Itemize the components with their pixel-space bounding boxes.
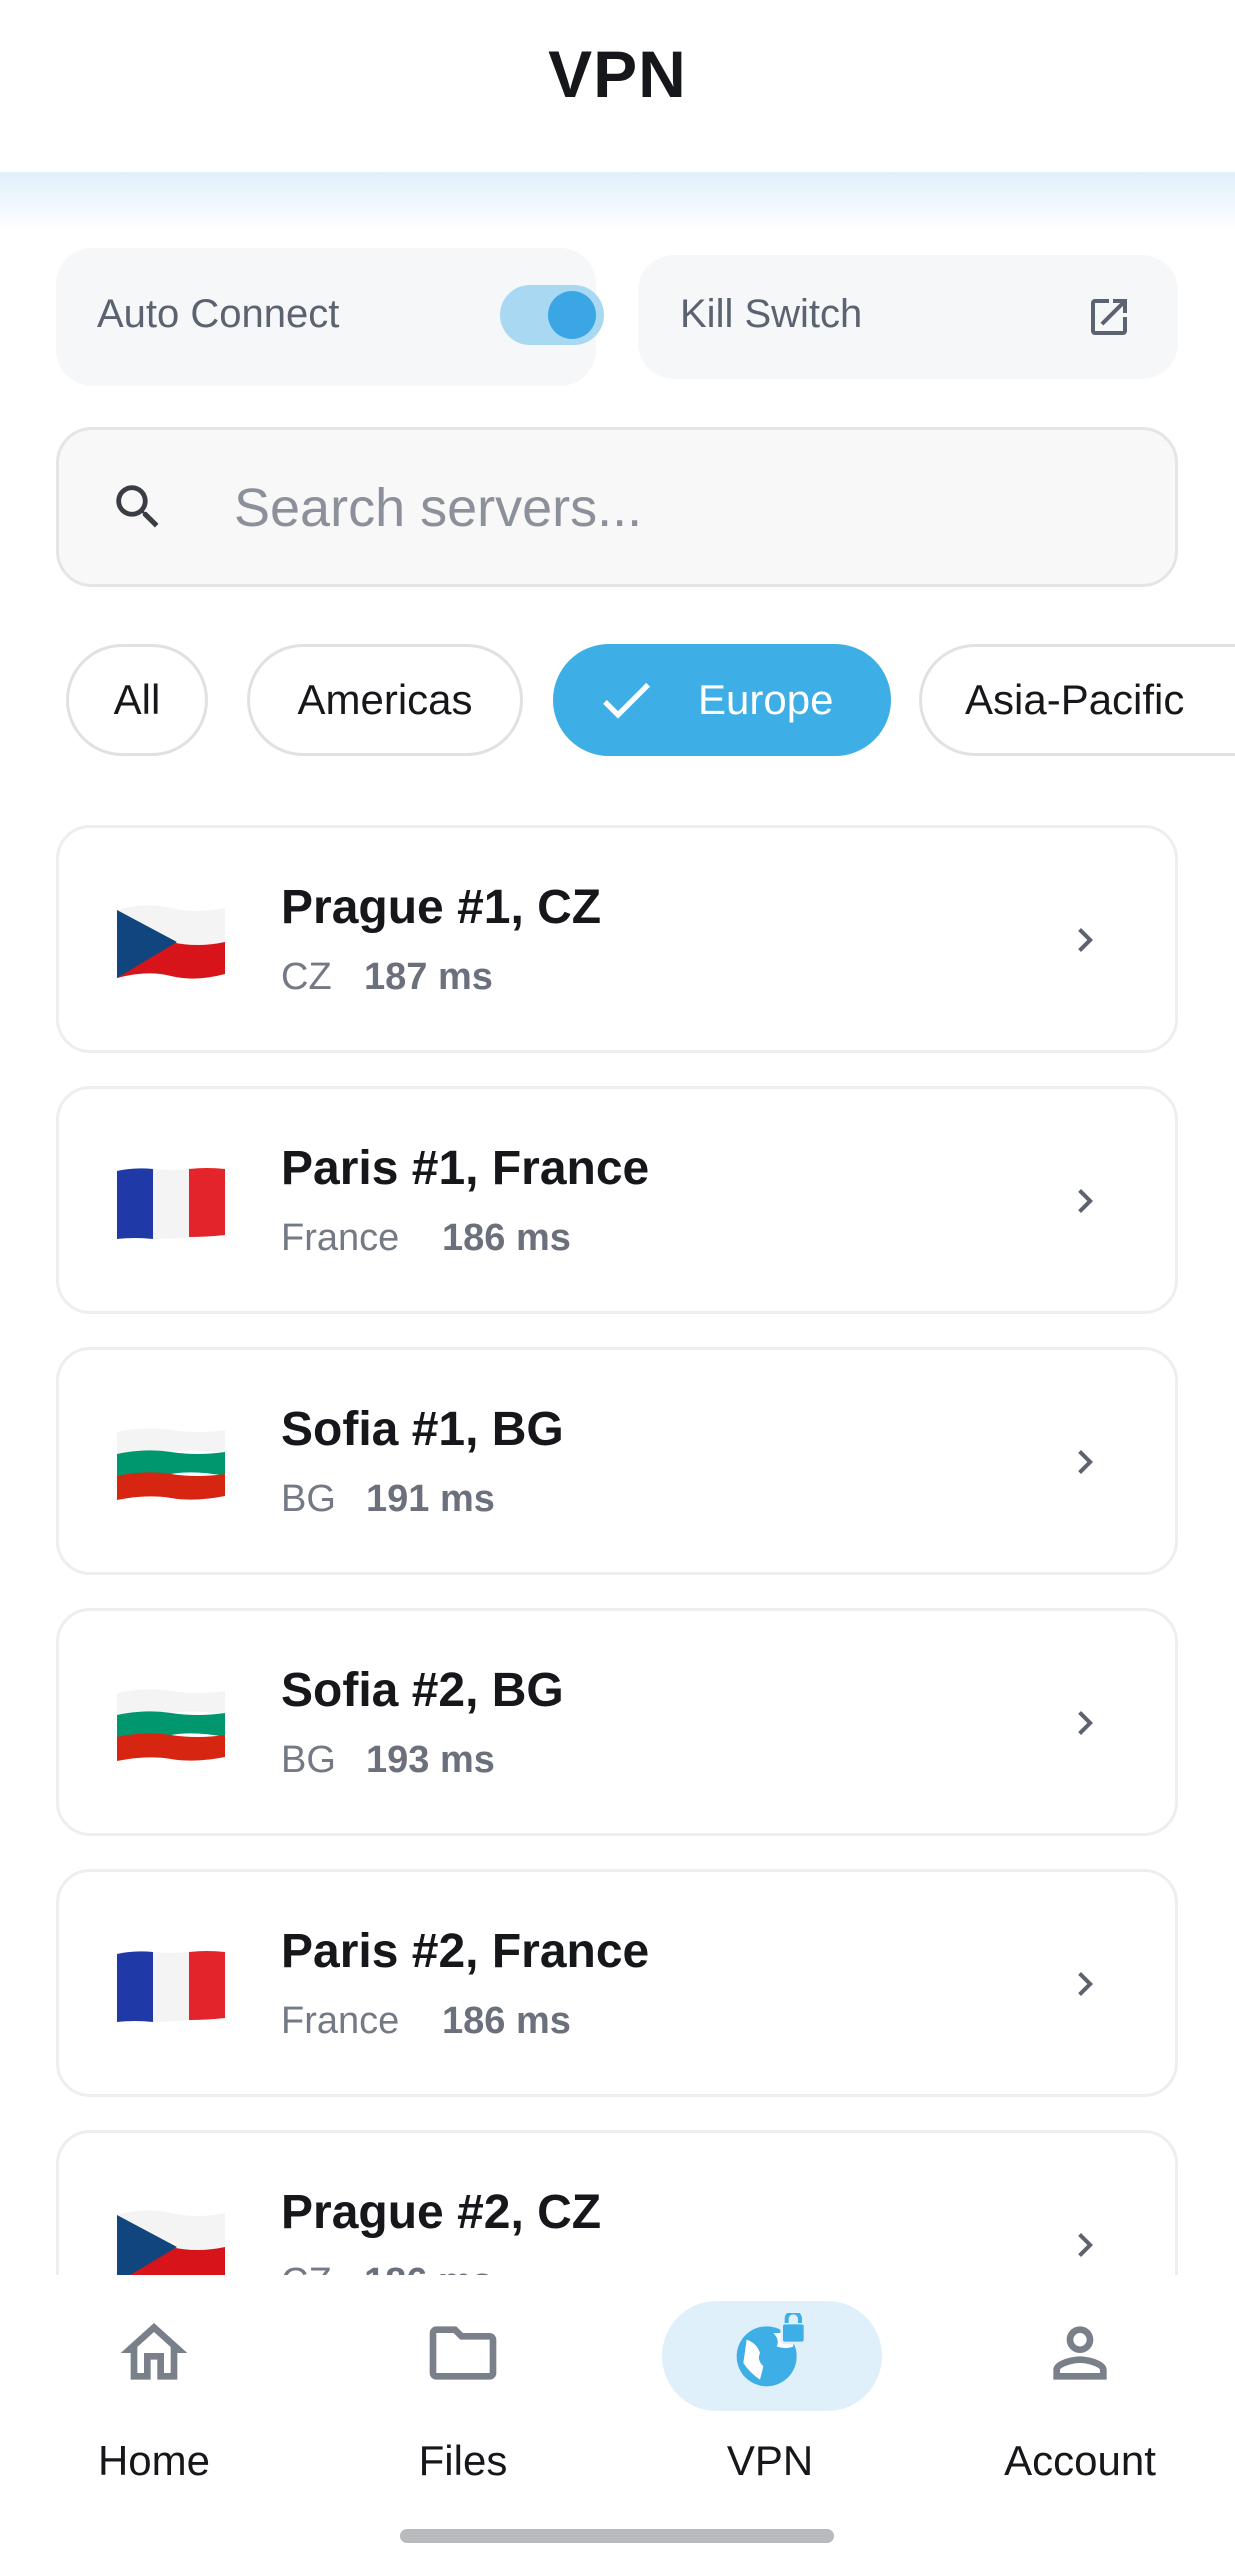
search-bar bbox=[56, 427, 1178, 587]
server-name: Paris #1, France bbox=[281, 1142, 650, 1195]
server-ping: 193 ms bbox=[366, 1739, 495, 1781]
kill-switch-card[interactable]: Kill Switch bbox=[638, 255, 1178, 379]
person-icon bbox=[1053, 2326, 1107, 2380]
server-name: Prague #2, CZ bbox=[281, 2186, 602, 2239]
chevron-right-icon bbox=[1078, 1450, 1093, 1474]
server-row[interactable]: Prague #1, CZ CZ 187 ms bbox=[56, 825, 1178, 1053]
server-name: Paris #2, France bbox=[281, 1925, 650, 1978]
page-title: VPN bbox=[548, 37, 687, 111]
filter-chip-label: All bbox=[113, 676, 161, 723]
auto-connect-card: Auto Connect bbox=[56, 248, 604, 386]
filter-chip-all[interactable]: All bbox=[66, 644, 208, 756]
server-ping: 187 ms bbox=[364, 956, 493, 998]
server-name: Sofia #1, BG bbox=[281, 1403, 564, 1456]
filter-chip-label: Americas bbox=[297, 676, 473, 723]
server-ping: 186 ms bbox=[364, 2261, 493, 2275]
server-list: Prague #1, CZ CZ 187 ms Paris #1, France… bbox=[0, 820, 1235, 2275]
search-input[interactable] bbox=[234, 460, 1114, 556]
nav-label: VPN bbox=[726, 2437, 814, 2484]
bulgaria-flag-icon bbox=[117, 1428, 225, 1500]
filter-chip-americas[interactable]: Americas bbox=[247, 644, 523, 756]
server-country: France bbox=[281, 2000, 400, 2042]
filter-chip-europe[interactable]: Europe bbox=[553, 644, 891, 756]
server-name: Sofia #2, BG bbox=[281, 1664, 564, 1717]
server-country: BG bbox=[281, 1478, 336, 1520]
server-row[interactable]: Paris #1, France France 186 ms bbox=[56, 1086, 1178, 1314]
czech-flag-icon bbox=[117, 2210, 225, 2275]
check-icon bbox=[603, 682, 650, 719]
server-name: Prague #1, CZ bbox=[281, 881, 602, 934]
chevron-right-icon bbox=[1078, 1972, 1093, 1996]
app-header: VPN bbox=[0, 0, 1235, 172]
server-ping: 186 ms bbox=[442, 1217, 571, 1259]
nav-item-vpn[interactable]: VPN bbox=[620, 2275, 920, 2495]
folder-icon bbox=[429, 2326, 497, 2380]
chevron-right-icon bbox=[1078, 2233, 1093, 2257]
nav-item-account[interactable]: Account bbox=[930, 2275, 1230, 2495]
kill-switch-label: Kill Switch bbox=[680, 292, 863, 336]
nav-label: Home bbox=[97, 2437, 211, 2484]
chevron-right-icon bbox=[1078, 1189, 1093, 1213]
chevron-right-icon bbox=[1078, 1711, 1093, 1735]
bulgaria-flag-icon bbox=[117, 1689, 225, 1761]
filter-chip-label: Asia-Pacific bbox=[965, 676, 1185, 723]
globe-lock-icon bbox=[736, 2313, 807, 2387]
filter-chip-label: Europe bbox=[698, 676, 834, 723]
server-row[interactable]: Sofia #2, BG BG 193 ms bbox=[56, 1608, 1178, 1836]
auto-connect-toggle[interactable] bbox=[500, 285, 604, 345]
czech-flag-icon bbox=[117, 905, 225, 979]
home-indicator[interactable] bbox=[400, 2529, 834, 2543]
chevron-right-icon bbox=[1078, 928, 1093, 952]
nav-label: Account bbox=[1004, 2437, 1156, 2484]
server-country: BG bbox=[281, 1739, 336, 1781]
server-country: CZ bbox=[281, 956, 332, 998]
server-row[interactable]: Prague #2, CZ CZ 186 ms bbox=[56, 2130, 1178, 2275]
france-flag-icon bbox=[117, 1951, 225, 2022]
auto-connect-label: Auto Connect bbox=[97, 292, 340, 336]
external-link-icon[interactable] bbox=[1085, 293, 1133, 341]
header-shadow bbox=[0, 172, 1235, 232]
home-icon bbox=[120, 2323, 188, 2380]
server-row[interactable]: Paris #2, France France 186 ms bbox=[56, 1869, 1178, 2097]
filter-chip-asia-pacific[interactable]: Asia-Pacific bbox=[919, 644, 1235, 756]
server-country: CZ bbox=[281, 2261, 332, 2275]
france-flag-icon bbox=[117, 1168, 225, 1239]
server-ping: 191 ms bbox=[366, 1478, 495, 1520]
server-country: France bbox=[281, 1217, 400, 1259]
server-row[interactable]: Sofia #1, BG BG 191 ms bbox=[56, 1347, 1178, 1575]
bottom-navigation: Home Files VPN Account bbox=[0, 2275, 1235, 2560]
toggle-knob bbox=[548, 291, 596, 339]
nav-item-home[interactable]: Home bbox=[4, 2275, 304, 2495]
nav-label: Files bbox=[418, 2437, 508, 2484]
server-ping: 186 ms bbox=[442, 2000, 571, 2042]
nav-item-files[interactable]: Files bbox=[313, 2275, 613, 2495]
search-icon bbox=[116, 485, 159, 528]
